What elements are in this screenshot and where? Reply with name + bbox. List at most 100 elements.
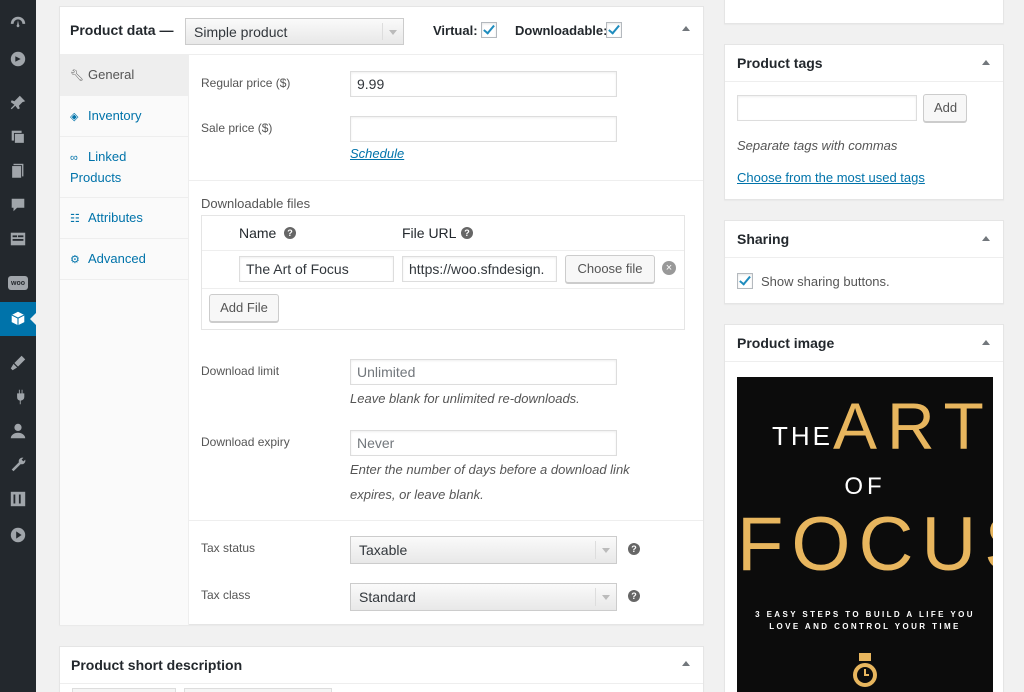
virtual-checkbox[interactable] bbox=[481, 22, 497, 38]
downloadable-checkbox[interactable] bbox=[606, 22, 622, 38]
checkmark-icon bbox=[739, 273, 751, 286]
header-divider bbox=[725, 257, 1003, 258]
new-tag-input[interactable] bbox=[737, 95, 917, 121]
dashboard-icon[interactable] bbox=[0, 6, 36, 40]
checkmark-icon bbox=[483, 22, 495, 35]
download-limit-input[interactable] bbox=[350, 359, 617, 385]
sale-price-input[interactable] bbox=[350, 116, 617, 142]
media-icon[interactable] bbox=[0, 120, 36, 154]
chevron-down-icon bbox=[602, 548, 610, 553]
product-data-tabs: 🔧︎ General ◈ Inventory ∞ Linked Products ☷ A… bbox=[60, 55, 189, 625]
product-tags-box: Product tags Add Separate tags with comm… bbox=[724, 44, 1004, 200]
tags-help: Separate tags with commas bbox=[737, 138, 898, 153]
collapse-toggle-icon[interactable] bbox=[982, 236, 990, 241]
plugins-icon[interactable] bbox=[0, 380, 36, 414]
download-expiry-help-1: Enter the number of days before a downlo… bbox=[350, 462, 630, 477]
pages-icon[interactable] bbox=[0, 154, 36, 188]
product-image-cover[interactable]: THE ART OF FOCUS 3 EASY STEPS TO BUILD A… bbox=[737, 377, 993, 692]
help-icon[interactable]: ? bbox=[628, 543, 640, 555]
remove-file-icon[interactable]: × bbox=[662, 261, 676, 275]
sharing-title: Sharing bbox=[737, 231, 790, 247]
most-used-tags-link[interactable]: Choose from the most used tags bbox=[737, 170, 925, 185]
woo-badge: woo bbox=[8, 276, 28, 290]
tab-inventory[interactable]: ◈ Inventory bbox=[60, 96, 188, 137]
product-image-title: Product image bbox=[737, 335, 835, 351]
files-row-divider bbox=[202, 288, 684, 289]
product-type-select[interactable]: Simple product bbox=[185, 18, 404, 45]
updates-icon[interactable] bbox=[0, 42, 36, 76]
help-icon: ? bbox=[284, 227, 296, 239]
schedule-link[interactable]: Schedule bbox=[350, 146, 404, 161]
link-icon: ∞ bbox=[70, 152, 78, 164]
woocommerce-icon[interactable]: woo bbox=[0, 266, 36, 300]
tab-linked-label: Linked bbox=[88, 149, 127, 164]
media-play-icon[interactable] bbox=[0, 518, 36, 552]
tax-class-select[interactable]: Standard bbox=[350, 583, 617, 611]
file-url-input[interactable] bbox=[402, 256, 557, 282]
download-expiry-label: Download expiry bbox=[201, 435, 290, 449]
comments-icon[interactable] bbox=[0, 188, 36, 222]
regular-price-label: Regular price ($) bbox=[201, 76, 291, 90]
tab-advanced[interactable]: ⚙ Advanced bbox=[60, 239, 188, 280]
help-icon[interactable]: ? bbox=[628, 590, 640, 602]
choose-file-button[interactable]: Choose file bbox=[565, 255, 655, 283]
select-divider bbox=[595, 588, 596, 606]
tab-attributes-label: Attributes bbox=[88, 210, 143, 225]
users-icon[interactable] bbox=[0, 414, 36, 448]
tab-linked-products[interactable]: ∞ Linked Products bbox=[60, 137, 188, 198]
file-name-input[interactable] bbox=[239, 256, 394, 282]
name-header: Name bbox=[239, 225, 277, 241]
posts-pin-icon[interactable] bbox=[0, 86, 36, 120]
cover-of: OF bbox=[844, 473, 886, 500]
collapse-toggle-icon[interactable] bbox=[682, 661, 690, 666]
download-expiry-help-2: expires, or leave blank. bbox=[350, 487, 484, 502]
downloadable-files-table: Name ? File URL ? Choose file × Add File bbox=[201, 215, 685, 330]
appearance-icon[interactable] bbox=[0, 346, 36, 380]
add-tag-button[interactable]: Add bbox=[923, 94, 967, 122]
tax-status-value: Taxable bbox=[359, 542, 408, 558]
file-row: Choose file × bbox=[202, 251, 684, 288]
tax-status-label: Tax status bbox=[201, 541, 256, 555]
collapse-toggle-icon[interactable] bbox=[682, 26, 690, 31]
tools-icon[interactable] bbox=[0, 448, 36, 482]
cover-art: ART bbox=[833, 389, 993, 463]
gear-icon: ⚙ bbox=[70, 254, 80, 266]
editor-tab[interactable] bbox=[184, 688, 332, 692]
admin-sidebar: woo bbox=[0, 0, 36, 692]
header-divider bbox=[60, 683, 703, 684]
collapse-toggle-icon[interactable] bbox=[982, 60, 990, 65]
checkmark-icon bbox=[608, 22, 620, 35]
chevron-down-icon bbox=[389, 30, 397, 35]
regular-price-input[interactable] bbox=[350, 71, 617, 97]
header-divider bbox=[725, 81, 1003, 82]
short-description-box: Product short description bbox=[59, 646, 704, 692]
file-url-header: File URL bbox=[402, 225, 457, 241]
wrench-icon: 🔧︎ bbox=[70, 70, 84, 82]
cover-focus: FOCUS bbox=[737, 502, 993, 587]
download-divider bbox=[189, 520, 703, 521]
forms-icon[interactable] bbox=[0, 222, 36, 256]
tab-general[interactable]: 🔧︎ General bbox=[60, 55, 188, 96]
short-description-title: Product short description bbox=[71, 657, 243, 673]
downloadable-label: Downloadable: bbox=[515, 23, 608, 38]
tab-linked-label-2: Products bbox=[70, 170, 122, 185]
pricing-divider bbox=[189, 180, 703, 181]
tab-advanced-label: Advanced bbox=[88, 251, 146, 266]
cover-subtitle-1: 3 EASY STEPS TO BUILD A LIFE YOU bbox=[755, 610, 975, 619]
publish-box-partial bbox=[724, 0, 1004, 24]
tab-attributes[interactable]: ☷ Attributes bbox=[60, 198, 188, 239]
download-expiry-input[interactable] bbox=[350, 430, 617, 456]
virtual-label: Virtual: bbox=[433, 23, 478, 38]
products-icon[interactable] bbox=[0, 302, 36, 336]
show-sharing-checkbox[interactable] bbox=[737, 273, 753, 289]
tax-status-select[interactable]: Taxable bbox=[350, 536, 617, 564]
tab-general-label: General bbox=[88, 67, 135, 82]
tab-inventory-label: Inventory bbox=[88, 108, 142, 123]
settings-icon[interactable] bbox=[0, 482, 36, 516]
show-sharing-label: Show sharing buttons. bbox=[761, 274, 890, 289]
editor-tab[interactable] bbox=[72, 688, 176, 692]
sale-price-label: Sale price ($) bbox=[201, 121, 273, 135]
collapse-toggle-icon[interactable] bbox=[982, 340, 990, 345]
add-file-button[interactable]: Add File bbox=[209, 294, 279, 322]
tag-icon: ◈ bbox=[70, 111, 79, 123]
